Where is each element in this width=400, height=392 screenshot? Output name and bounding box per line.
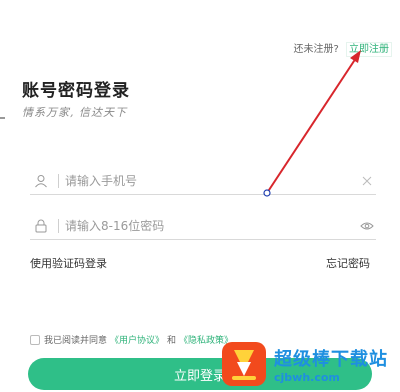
separator <box>58 218 59 233</box>
register-link[interactable]: 立即注册 <box>346 42 392 57</box>
no-account-text: 还未注册? <box>293 44 339 55</box>
eye-icon[interactable] <box>358 217 376 235</box>
agreement-prefix: 我已阅读并同意 <box>44 336 108 346</box>
code-login-link[interactable]: 使用验证码登录 <box>30 255 107 271</box>
phone-input[interactable] <box>65 173 358 188</box>
divider <box>0 117 5 119</box>
phone-field <box>30 167 376 195</box>
agreement-checkbox[interactable] <box>30 334 40 345</box>
slogan: 情系万家, 信达天下 <box>22 106 127 119</box>
password-field <box>30 212 376 240</box>
forgot-password-link[interactable]: 忘记密码 <box>326 255 370 271</box>
clear-icon[interactable] <box>358 172 376 190</box>
register-prompt: 还未注册? 立即注册 <box>293 40 392 57</box>
user-icon <box>30 170 52 192</box>
agreement-and: 和 <box>167 336 177 346</box>
watermark-url: cjbwh.com <box>274 370 340 384</box>
page-title: 账号密码登录 <box>22 81 130 101</box>
separator <box>58 173 59 188</box>
user-agreement-link[interactable]: 《用户协议》 <box>110 333 164 346</box>
watermark-text: 超级棒下载站 cjbwh.com <box>274 345 388 384</box>
agreement-row: 我已阅读并同意 《用户协议》 和 《隐私政策》 <box>30 333 236 346</box>
password-input[interactable] <box>65 218 358 233</box>
lock-icon <box>30 215 52 237</box>
watermark: 超级棒下载站 cjbwh.com <box>218 338 394 390</box>
download-logo-icon <box>218 338 270 390</box>
watermark-name: 超级棒下载站 <box>274 348 388 370</box>
